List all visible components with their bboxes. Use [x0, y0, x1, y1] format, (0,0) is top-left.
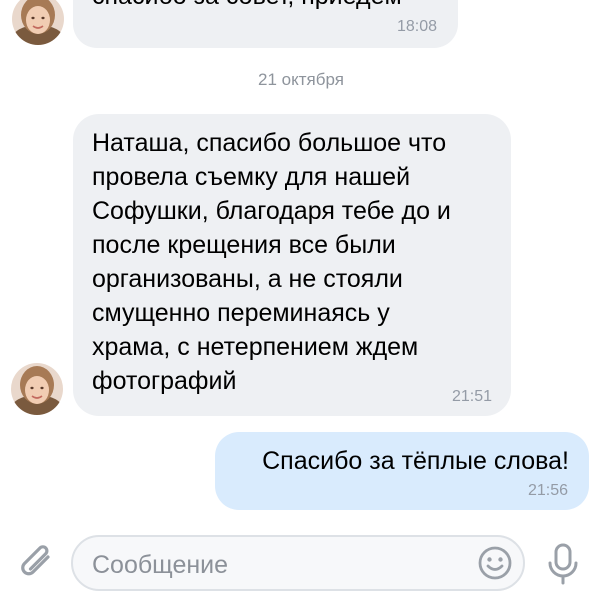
- message-input[interactable]: Сообщение: [71, 535, 525, 591]
- message-text: Наташа, спасибо большое что провела съем…: [92, 129, 451, 395]
- avatar-photo: [12, 0, 64, 45]
- smiley-icon: [478, 546, 512, 580]
- message-text: Спасибо за тёплые слова!: [262, 447, 569, 475]
- emoji-button[interactable]: [477, 545, 513, 581]
- paperclip-icon: [21, 545, 50, 576]
- message-time: 21:51: [451, 388, 492, 405]
- message-text: спасибо за совет, приедем: [92, 0, 402, 13]
- date-divider: 21 октября: [258, 70, 344, 89]
- message-bubble-incoming[interactable]: Наташа, спасибо большое что провела съем…: [73, 114, 511, 416]
- message-bubble-incoming[interactable]: спасибо за совет, приедем 18:08: [73, 0, 458, 48]
- attach-button[interactable]: [15, 540, 59, 586]
- chat-screen: спасибо за совет, приедем 18:08 21 октяб…: [0, 0, 602, 600]
- message-time: 21:56: [527, 482, 568, 499]
- voice-message-button[interactable]: [546, 541, 580, 587]
- avatar-photo: [11, 363, 63, 415]
- sender-avatar[interactable]: [12, 0, 64, 45]
- message-input-placeholder: Сообщение: [92, 551, 229, 579]
- sender-avatar[interactable]: [11, 363, 63, 415]
- microphone-icon: [548, 543, 578, 585]
- message-bubble-outgoing[interactable]: Спасибо за тёплые слова! 21:56: [215, 432, 589, 510]
- message-time: 18:08: [396, 18, 437, 35]
